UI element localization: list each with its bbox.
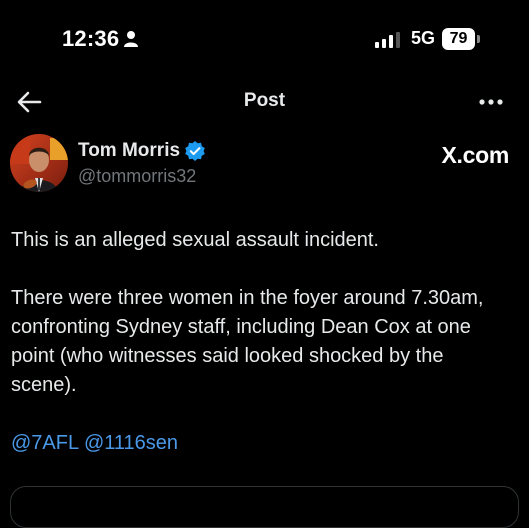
avatar[interactable] <box>10 134 68 192</box>
card-border <box>10 486 519 528</box>
status-bar: 12:36 5G 79 <box>0 0 529 72</box>
mention-link[interactable]: @7AFL <box>11 432 78 454</box>
network-type: 5G <box>411 28 436 48</box>
mention-link[interactable]: @1116sen <box>84 432 178 454</box>
author-name[interactable]: Tom Morris <box>78 140 180 162</box>
mentions: @7AFL @1116sen <box>11 429 511 458</box>
person-icon <box>124 31 138 47</box>
author-name-row: Tom Morris <box>78 140 206 162</box>
verified-badge-icon <box>185 141 205 161</box>
avatar-image <box>10 134 68 192</box>
battery-level: 79 <box>442 28 475 50</box>
battery-icon: 79 <box>442 28 482 50</box>
post-header: Post <box>0 78 529 124</box>
signal-icon <box>375 32 400 48</box>
page-title: Post <box>243 90 286 111</box>
battery-cap <box>477 35 480 43</box>
more-dots-icon[interactable] <box>476 88 506 116</box>
post-paragraph: There were three women in the foyer arou… <box>11 287 484 396</box>
post-paragraph: This is an alleged sexual assault incide… <box>11 229 379 251</box>
status-time: 12:36 <box>62 26 120 51</box>
post-body: This is an alleged sexual assault incide… <box>11 226 511 487</box>
x-logo: X.com <box>441 142 509 168</box>
author-handle[interactable]: @tommorris32 <box>78 166 196 187</box>
author-row: Tom Morris @tommorris32 X.com <box>0 132 529 196</box>
